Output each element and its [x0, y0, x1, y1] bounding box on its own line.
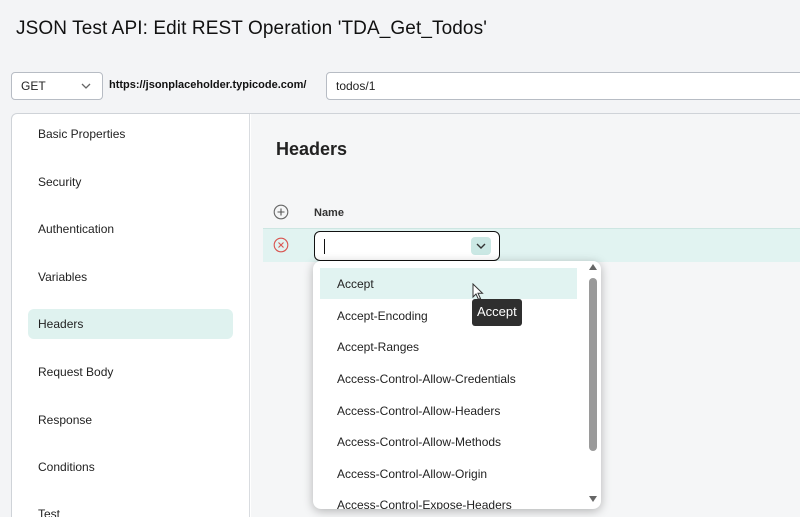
sidebar-item-conditions[interactable]: Conditions: [28, 452, 233, 482]
dropdown-option[interactable]: Access-Control-Allow-Headers: [320, 395, 577, 426]
header-name-dropdown: Accept Accept-Encoding Accept-Ranges Acc…: [313, 261, 601, 509]
dropdown-option[interactable]: Access-Control-Allow-Methods: [320, 426, 577, 457]
tooltip: Accept: [472, 299, 522, 326]
sidebar-item-test[interactable]: Test: [28, 499, 233, 517]
dropdown-list: Accept Accept-Encoding Accept-Ranges Acc…: [313, 261, 583, 509]
scroll-down-arrow[interactable]: [589, 496, 597, 502]
scrollbar-thumb[interactable]: [589, 278, 597, 451]
window-title: JSON Test API: Edit REST Operation 'TDA_…: [16, 18, 487, 39]
sidebar-item-response[interactable]: Response: [28, 405, 233, 435]
x-circle-icon[interactable]: [273, 237, 289, 253]
dropdown-option[interactable]: Access-Control-Allow-Credentials: [320, 363, 577, 394]
header-name-combobox[interactable]: [314, 231, 500, 261]
dropdown-toggle-button[interactable]: [471, 237, 491, 255]
sidebar-item-request-body[interactable]: Request Body: [28, 357, 233, 387]
plus-circle-icon[interactable]: [273, 204, 289, 220]
chevron-down-icon: [81, 83, 91, 89]
dropdown-option[interactable]: Accept-Ranges: [320, 331, 577, 362]
chevron-down-icon: [476, 243, 486, 249]
path-input[interactable]: todos/1: [326, 72, 800, 100]
dropdown-option[interactable]: Accept: [320, 268, 577, 299]
scroll-up-arrow[interactable]: [589, 264, 597, 270]
base-url: https://jsonplaceholder.typicode.com/: [109, 79, 307, 91]
sidebar-item-basic-properties[interactable]: Basic Properties: [28, 119, 233, 149]
method-select[interactable]: GET: [11, 72, 103, 100]
text-caret: [324, 239, 325, 254]
method-value: GET: [21, 79, 46, 93]
sidebar-item-authentication[interactable]: Authentication: [28, 214, 233, 244]
sidebar: Basic Properties Security Authentication…: [12, 114, 250, 517]
sidebar-item-headers[interactable]: Headers: [28, 309, 233, 339]
column-header-name: Name: [314, 207, 344, 219]
dropdown-option[interactable]: Access-Control-Expose-Headers: [320, 489, 577, 509]
dropdown-option[interactable]: Access-Control-Allow-Origin: [320, 458, 577, 489]
dropdown-option[interactable]: Accept-Encoding: [320, 300, 577, 331]
section-title: Headers: [276, 139, 348, 159]
sidebar-item-variables[interactable]: Variables: [28, 262, 233, 292]
sidebar-item-security[interactable]: Security: [28, 167, 233, 197]
